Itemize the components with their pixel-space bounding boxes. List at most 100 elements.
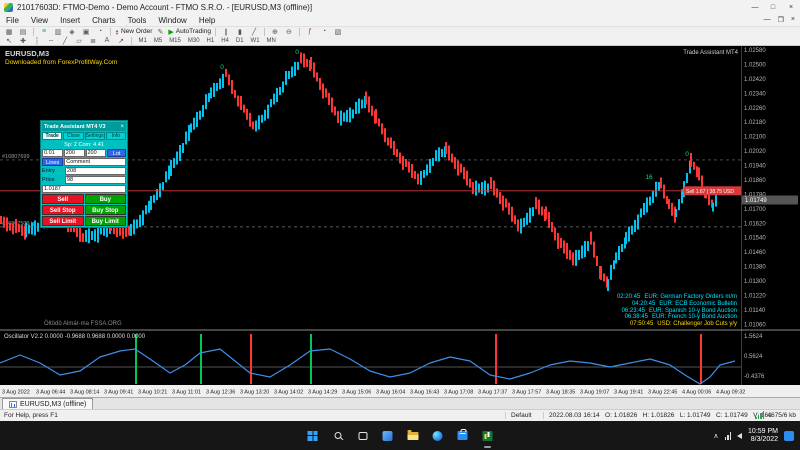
price-axis-label: 1.02180 (744, 120, 766, 126)
chart-area[interactable]: #16807699#16807509 tpSell 1.67 | 38.75 U… (0, 46, 800, 397)
vertical-line-tool-button[interactable]: ┆ (31, 36, 43, 45)
menu-item-view[interactable]: View (25, 16, 54, 25)
trade-panel-titlebar[interactable]: Trade Assistant MT4 V3 × (42, 122, 126, 131)
notification-badge[interactable] (784, 431, 794, 441)
text-tool-button[interactable]: A (101, 36, 113, 45)
search-icon[interactable] (329, 427, 347, 445)
menu-item-file[interactable]: File (0, 16, 25, 25)
mdi-close-button[interactable]: × (791, 16, 795, 24)
lot-calc-button[interactable]: Lot calc (107, 149, 126, 157)
profiles-button[interactable]: ▤ (17, 27, 29, 36)
buy-limit-button[interactable]: Buy Limit (85, 216, 127, 226)
takeprofit-field[interactable]: 200 (86, 149, 107, 157)
indicators-button[interactable]: ƒ (304, 27, 316, 36)
timeframe-m30-button[interactable]: M30 (185, 37, 203, 45)
sell-button[interactable]: Sell (42, 194, 84, 204)
lot-field[interactable]: 0.01 (42, 149, 63, 157)
entry-field[interactable]: 208 (65, 167, 126, 175)
menu-item-help[interactable]: Help (193, 16, 221, 25)
new-chart-button[interactable]: ▦ (3, 27, 15, 36)
tab-info[interactable]: Info (106, 132, 126, 140)
metatrader-icon[interactable] (479, 427, 497, 445)
data-window-button[interactable]: ▥ (52, 27, 64, 36)
taskbar-time: 10:59 PM (748, 428, 778, 436)
tab-settings[interactable]: Settings (85, 132, 105, 140)
market-watch-button[interactable]: ≡ (38, 27, 50, 36)
chart-candles-button[interactable]: ▮ (234, 27, 246, 36)
comment-field[interactable]: Comment (64, 158, 126, 166)
sell-stop-button[interactable]: Sell Stop (42, 205, 84, 215)
news-event-line: 07:50:45USD: Challenger Job Cuts y/y (617, 321, 737, 328)
news-events-list: 02:20:45EUR: German Factory Orders m/m04… (617, 294, 737, 328)
strategy-tester-button[interactable]: ◔ (94, 27, 106, 36)
time-axis-label: 3 Aug 10:21 (138, 390, 167, 396)
trade-panel-close-icon[interactable]: × (120, 124, 124, 130)
zoom-out-button[interactable]: ⊖ (283, 27, 295, 36)
timeframe-m1-button[interactable]: M1 (136, 37, 150, 45)
task-view-icon[interactable] (354, 427, 372, 445)
price-axis-label: 1.01860 (744, 178, 766, 184)
timeframe-h4-button[interactable]: H4 (218, 37, 232, 45)
menu-item-window[interactable]: Window (152, 16, 192, 25)
news-time: 06:38:45 (625, 314, 648, 320)
crosshair-tool-button[interactable]: ✚ (17, 36, 29, 45)
stoploss-field[interactable]: 200 (64, 149, 85, 157)
new-order-button[interactable]: ▲▼New Order (115, 27, 152, 36)
arrows-tool-button[interactable]: ↗ (115, 36, 127, 45)
widgets-icon[interactable] (379, 427, 397, 445)
timeframe-mn-button[interactable]: MN (264, 37, 279, 45)
lines-comment-row: Lines Comment (42, 158, 126, 166)
menu-item-insert[interactable]: Insert (54, 16, 86, 25)
trendline-tool-button[interactable]: ╱ (59, 36, 71, 45)
timeframe-w1-button[interactable]: W1 (248, 37, 263, 45)
close-button[interactable]: × (782, 0, 800, 14)
file-explorer-icon[interactable] (404, 427, 422, 445)
store-icon[interactable] (454, 427, 472, 445)
zoom-in-button[interactable]: ⊕ (269, 27, 281, 36)
buy-button[interactable]: Buy (85, 194, 127, 204)
taskbar-tray: ∧ 10:59 PM 8/3/2022 (713, 421, 794, 450)
horizontal-line-tool-button[interactable]: ┄ (45, 36, 57, 45)
network-icon[interactable] (725, 432, 732, 440)
restore-button[interactable]: □ (764, 0, 782, 14)
timeframe-m15-button[interactable]: M15 (166, 37, 184, 45)
sell-limit-button[interactable]: Sell Limit (42, 216, 84, 226)
templates-button[interactable]: ▧ (332, 27, 344, 36)
mdi-restore-button[interactable]: ❐ (778, 16, 784, 24)
chevron-up-icon[interactable]: ∧ (713, 432, 718, 440)
minimize-button[interactable]: — (746, 0, 764, 14)
periods-button[interactable]: ◔ (318, 27, 330, 36)
start-icon[interactable] (304, 427, 322, 445)
menu-item-tools[interactable]: Tools (122, 16, 153, 25)
news-time: 04:20:45 (632, 301, 655, 307)
cursor-tool-button[interactable]: ↖ (3, 36, 15, 45)
chart-bars-button[interactable]: ∥ (220, 27, 232, 36)
trade-assistant-panel[interactable]: Trade Assistant MT4 V3 × Trade Close Set… (40, 120, 128, 228)
metaeditor-button[interactable]: ✎ (154, 27, 166, 36)
buy-stop-button[interactable]: Buy Stop (85, 205, 127, 215)
menu-item-charts[interactable]: Charts (86, 16, 122, 25)
timeframe-d1-button[interactable]: D1 (233, 37, 247, 45)
volume-icon[interactable] (737, 433, 742, 439)
swing-marker: 0 (685, 151, 689, 158)
channel-tool-button[interactable]: ▱ (73, 36, 85, 45)
mdi-minimize-button[interactable]: — (764, 16, 771, 24)
standard-toolbar: ▦▤≡▥◈▣◔▲▼New Order✎▶AutoTrading∥▮╱⊕⊖ƒ◔▧ (0, 26, 800, 36)
price-field[interactable]: 98 (65, 176, 126, 184)
terminal-button[interactable]: ▣ (80, 27, 92, 36)
timeframe-m5-button[interactable]: M5 (151, 37, 165, 45)
autotrading-button[interactable]: ▶AutoTrading (168, 27, 211, 36)
window-controls: — □ × (746, 0, 800, 14)
navigator-button[interactable]: ◈ (66, 27, 78, 36)
edge-icon[interactable] (429, 427, 447, 445)
tab-close[interactable]: Close (63, 132, 83, 140)
chart-tab[interactable]: EURUSD,M3 (offline) (2, 398, 93, 409)
entry-price-field[interactable]: 1.0187 (42, 185, 126, 193)
price-axis-label: 1.01060 (744, 322, 766, 328)
chart-line-button[interactable]: ╱ (248, 27, 260, 36)
timeframe-h1-button[interactable]: H1 (204, 37, 218, 45)
lines-button[interactable]: Lines (42, 158, 63, 166)
fibonacci-tool-button[interactable]: ≣ (87, 36, 99, 45)
tab-trade[interactable]: Trade (42, 132, 62, 140)
taskbar-clock[interactable]: 10:59 PM 8/3/2022 (748, 428, 778, 444)
